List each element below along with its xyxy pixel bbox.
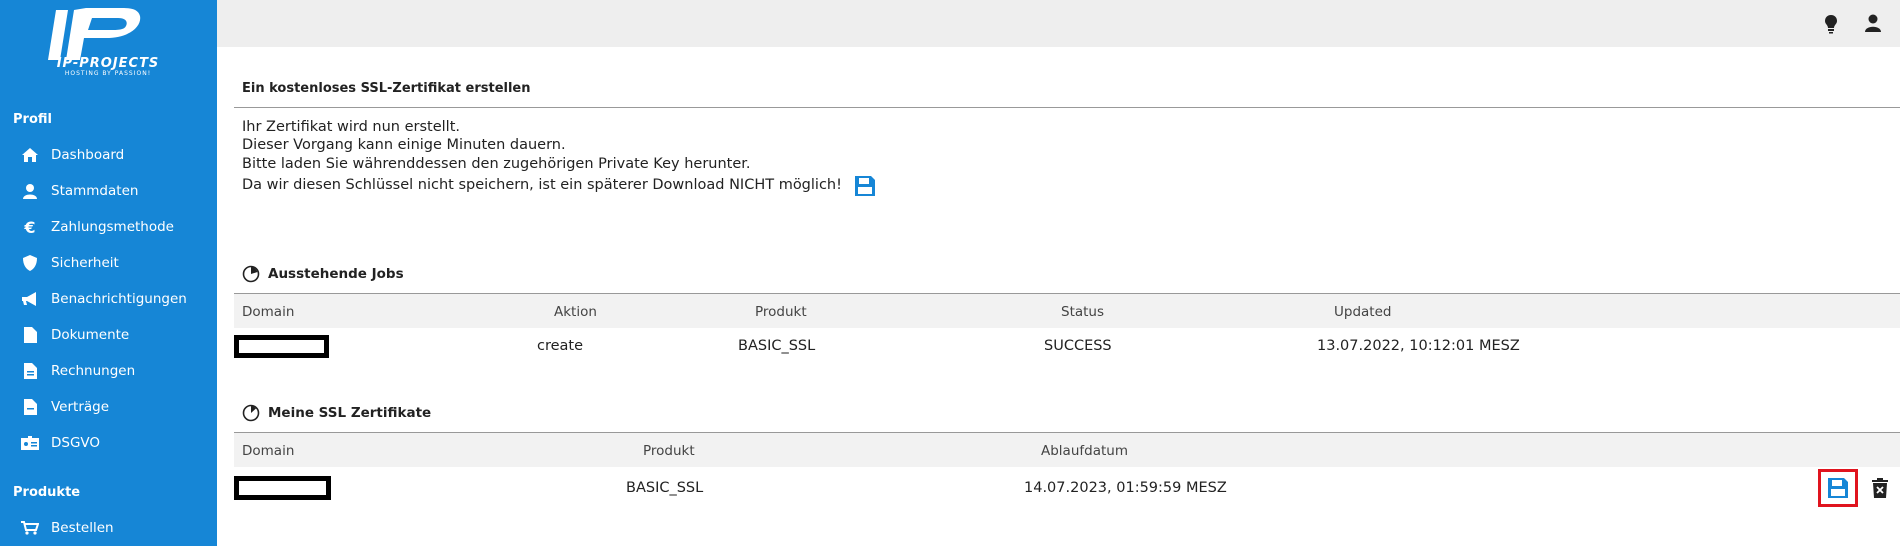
- job-status: SUCCESS: [1044, 338, 1112, 354]
- brand-tagline: HOSTING BY PASSION!: [64, 70, 152, 77]
- cert-produkt: BASIC_SSL: [626, 480, 704, 496]
- sidebar-item-label: Zahlungsmethode: [51, 219, 174, 235]
- message-line: Dieser Vorgang kann einige Minuten dauer…: [242, 137, 566, 153]
- lightbulb-icon[interactable]: [1820, 12, 1842, 34]
- sidebar-section-profil: Profil: [13, 112, 52, 127]
- sidebar-item-dsgvo[interactable]: DSGVO: [20, 430, 100, 456]
- download-private-key-button[interactable]: [854, 175, 876, 197]
- sidebar-item-stammdaten[interactable]: Stammdaten: [20, 178, 138, 204]
- sidebar-item-sicherheit[interactable]: Sicherheit: [20, 250, 119, 276]
- job-updated: 13.07.2022, 10:12:01 MESZ: [1317, 338, 1520, 354]
- page-title: Ein kostenloses SSL-Zertifikat erstellen: [242, 81, 531, 96]
- sidebar-item-label: Benachrichtigungen: [51, 291, 187, 307]
- column-header: Produkt: [755, 304, 807, 320]
- sidebar-item-label: Rechnungen: [51, 363, 136, 379]
- shield-icon: [20, 254, 40, 272]
- sidebar-item-dokumente[interactable]: Dokumente: [20, 322, 129, 348]
- cart-icon: [20, 519, 40, 537]
- clock-icon: [242, 404, 260, 422]
- certs-section-title: Meine SSL Zertifikate: [242, 404, 431, 422]
- message-line: Ihr Zertifikat wird nun erstellt.: [242, 119, 461, 135]
- certs-title: Meine SSL Zertifikate: [268, 405, 432, 421]
- column-header: Produkt: [643, 443, 695, 459]
- sidebar-item-bestellen[interactable]: Bestellen: [20, 515, 114, 541]
- redacted-domain: [234, 476, 331, 500]
- sidebar-item-rechnungen[interactable]: Rechnungen: [20, 358, 135, 384]
- jobs-table-header: Domain Aktion Produkt Status Updated: [234, 293, 1900, 328]
- brand-name: IP-PROJECTS: [56, 56, 160, 71]
- sidebar-section-produkte: Produkte: [13, 485, 81, 500]
- sidebar-item-zahlungsmethode[interactable]: € Zahlungsmethode: [20, 214, 174, 240]
- sidebar-item-label: Dashboard: [51, 147, 125, 163]
- user-icon: [20, 182, 40, 200]
- main-content: Ein kostenloses SSL-Zertifikat erstellen…: [217, 47, 1900, 546]
- id-card-icon: [20, 434, 40, 452]
- contract-icon: [20, 398, 40, 416]
- download-certificate-button[interactable]: [1818, 469, 1858, 507]
- document-icon: [20, 326, 40, 344]
- sidebar-item-label: Dokumente: [51, 327, 130, 343]
- job-aktion: create: [537, 338, 584, 354]
- clock-icon: [242, 265, 260, 283]
- sidebar-item-label: Sicherheit: [51, 255, 119, 271]
- job-produkt: BASIC_SSL: [738, 338, 816, 354]
- sidebar-item-benachrichtigungen[interactable]: Benachrichtigungen: [20, 286, 187, 312]
- column-header: Updated: [1334, 304, 1392, 320]
- jobs-section-title: Ausstehende Jobs: [242, 265, 404, 283]
- megaphone-icon: [20, 290, 40, 308]
- redacted-domain: [234, 335, 329, 358]
- column-header: Status: [1061, 304, 1105, 320]
- home-icon: [20, 146, 40, 164]
- message-line: Da wir diesen Schlüssel nicht speichern,…: [242, 177, 842, 193]
- message-line: Bitte laden Sie währenddessen den zugehö…: [242, 156, 751, 172]
- cert-ablaufdatum: 14.07.2023, 01:59:59 MESZ: [1024, 480, 1227, 496]
- column-header: Aktion: [554, 304, 597, 320]
- top-bar: [217, 0, 1900, 47]
- save-icon: [1828, 478, 1848, 498]
- user-icon[interactable]: [1862, 12, 1884, 34]
- delete-certificate-button[interactable]: [1860, 469, 1900, 507]
- trash-icon: [1872, 478, 1888, 498]
- divider: [234, 107, 1900, 108]
- column-header: Domain: [242, 443, 295, 459]
- sidebar-item-label: DSGVO: [51, 435, 101, 451]
- sidebar-item-dashboard[interactable]: Dashboard: [20, 142, 124, 168]
- invoice-icon: [20, 362, 40, 380]
- column-header: Ablaufdatum: [1041, 443, 1128, 459]
- sidebar-item-vertraege[interactable]: Verträge: [20, 394, 109, 420]
- sidebar-item-label: Stammdaten: [51, 183, 139, 199]
- sidebar-item-label: Bestellen: [51, 520, 114, 536]
- euro-icon: €: [24, 217, 36, 237]
- save-icon: [855, 176, 875, 196]
- column-header: Domain: [242, 304, 295, 320]
- jobs-title: Ausstehende Jobs: [268, 266, 404, 282]
- certs-table-header: Domain Produkt Ablaufdatum: [234, 432, 1900, 467]
- sidebar-item-label: Verträge: [51, 399, 110, 415]
- sidebar: IP-PROJECTS HOSTING BY PASSION! Profil D…: [0, 0, 217, 546]
